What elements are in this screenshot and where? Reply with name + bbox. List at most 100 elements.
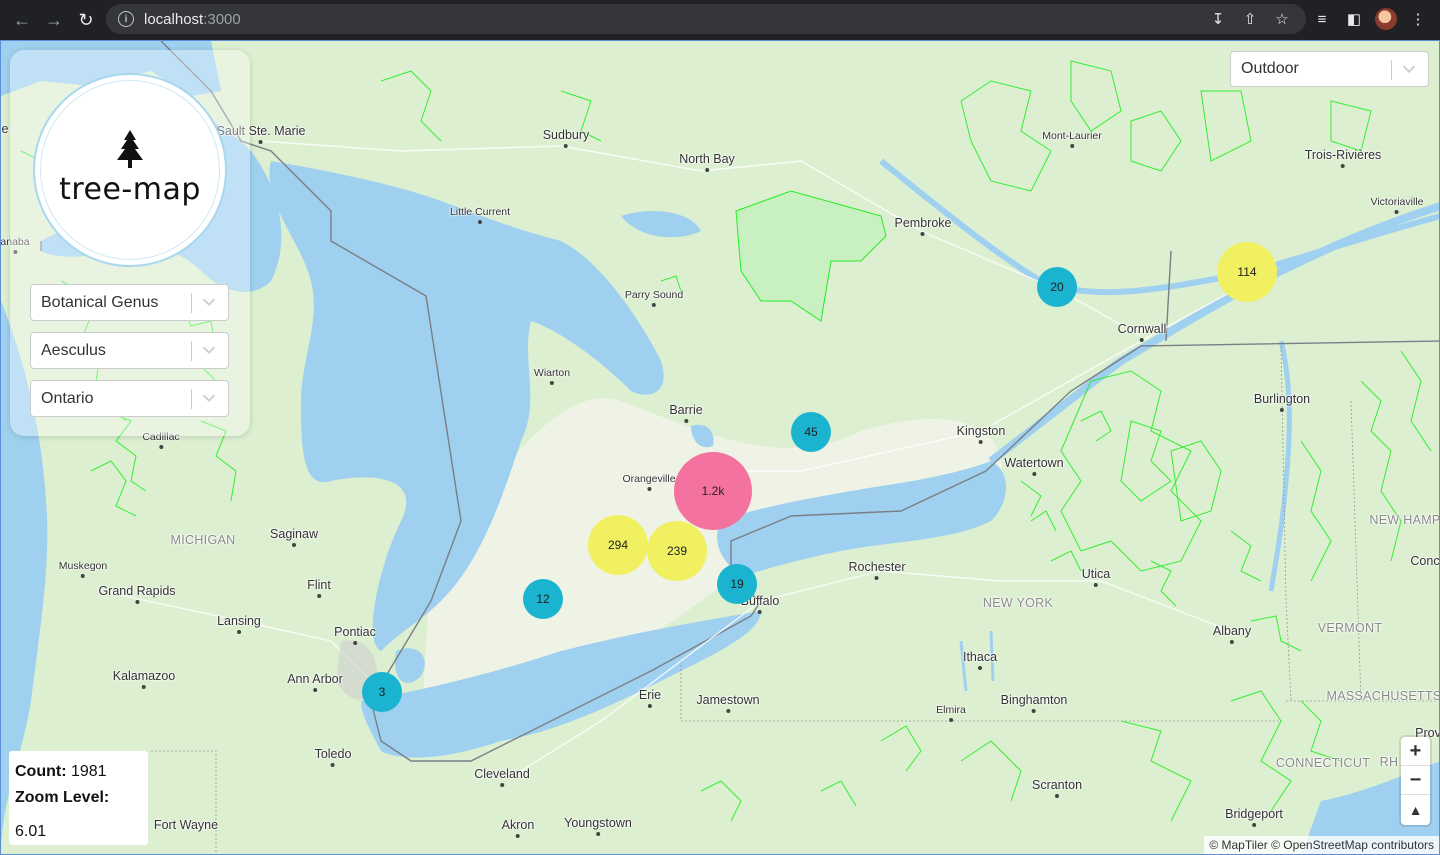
compass-button[interactable]: ▲	[1401, 795, 1430, 824]
cluster-marker[interactable]: 12	[523, 579, 563, 619]
map-style-select[interactable]: Outdoor	[1230, 51, 1429, 87]
count-label: Count:	[15, 763, 67, 780]
label-rochester: Rochester	[848, 560, 906, 580]
cluster-count: 12	[536, 592, 550, 606]
label-scranton: Scranton	[1031, 778, 1083, 798]
cluster-count: 294	[607, 538, 629, 552]
genus-type-select[interactable]: Botanical Genus	[30, 284, 229, 321]
label-connecticut: CONNECTICUT	[1275, 756, 1371, 770]
back-icon[interactable]: ←	[10, 8, 34, 32]
label-pontiac: Pontiac	[334, 625, 376, 645]
genus-select[interactable]: Aesculus	[30, 332, 229, 369]
label-fort-wayne: Fort Wayne	[153, 818, 219, 832]
zoom-out-button[interactable]: −	[1401, 766, 1430, 795]
zoom-label: Zoom Level:	[15, 789, 110, 806]
label-akron: Akron	[501, 818, 535, 838]
cluster-count: 239	[666, 544, 688, 558]
profile-avatar[interactable]	[1375, 8, 1397, 30]
stats-panel: Count: 1981 Zoom Level: 6.01	[9, 751, 148, 845]
label-conc: Conc	[1410, 554, 1440, 568]
label-toledo: Toledo	[314, 747, 352, 767]
label-elmira: Elmira	[936, 704, 966, 722]
label-north-bay: North Bay	[679, 152, 735, 172]
chevron-down-icon[interactable]	[1400, 60, 1418, 78]
cluster-count: 1.2k	[701, 484, 725, 498]
select-separator	[1391, 60, 1392, 80]
bookmark-star-icon[interactable]: ☆	[1271, 8, 1293, 30]
region-value: Ontario	[41, 389, 94, 407]
label-mont-laurier: Mont-Laurier	[1042, 130, 1102, 148]
label-massachusetts: MASSACHUSETTS	[1326, 689, 1440, 703]
label-kalamazoo: Kalamazoo	[112, 669, 176, 689]
cluster-marker[interactable]: 239	[647, 521, 707, 581]
cluster-marker[interactable]: 45	[791, 412, 831, 452]
select-separator	[191, 389, 192, 409]
select-separator	[191, 293, 192, 313]
label-kingston: Kingston	[956, 424, 1006, 444]
browser-toolbar: ← → ↻ i localhost:3000 ↧ ⇧ ☆ ≡ ◧ ⋮	[0, 0, 1440, 40]
label-little-current: Little Current	[449, 206, 511, 224]
cluster-marker[interactable]: 19	[717, 564, 757, 604]
cluster-count: 45	[804, 425, 818, 439]
reload-icon[interactable]: ↻	[74, 8, 98, 32]
label-erie: Erie	[638, 688, 662, 708]
label-rh: RH	[1379, 755, 1399, 769]
cluster-marker[interactable]: 20	[1037, 267, 1077, 307]
cluster-marker[interactable]: 1.2k	[674, 452, 752, 530]
label-victoriaville: Victoriaville	[1370, 196, 1424, 214]
zoom-in-button[interactable]: +	[1401, 737, 1430, 766]
url-port: :3000	[203, 10, 241, 28]
label-new-york: NEW YORK	[982, 596, 1054, 610]
map-attribution[interactable]: © MapTiler © OpenStreetMap contributors	[1204, 836, 1439, 854]
genus-type-value: Botanical Genus	[41, 293, 159, 311]
label-trois-rivieres: Trois-Rivières	[1304, 148, 1382, 168]
label-muskegon: Muskegon	[58, 560, 108, 578]
reading-list-icon[interactable]: ≡	[1311, 8, 1333, 30]
zoom-value: 6.01	[15, 823, 47, 840]
install-app-icon[interactable]: ↧	[1207, 8, 1229, 30]
label-utica: Utica	[1081, 567, 1111, 587]
label-burlington: Burlington	[1253, 392, 1311, 412]
label-edge-e: e	[1, 122, 9, 136]
url-host: localhost	[144, 10, 204, 28]
address-bar[interactable]: i localhost:3000	[106, 4, 1306, 34]
cluster-count: 20	[1050, 280, 1064, 294]
label-lansing: Lansing	[217, 614, 261, 634]
label-cornwall: Cornwall	[1117, 322, 1167, 342]
chevron-down-icon[interactable]	[200, 341, 218, 359]
share-icon[interactable]: ⇧	[1239, 8, 1261, 30]
genus-value: Aesculus	[41, 341, 106, 359]
label-binghamton: Binghamton	[1000, 693, 1068, 713]
label-wiarton: Wiarton	[533, 367, 571, 385]
label-saginaw: Saginaw	[270, 527, 318, 547]
map-style-value: Outdoor	[1241, 60, 1299, 77]
label-vermont: VERMONT	[1317, 621, 1383, 635]
select-separator	[191, 341, 192, 361]
menu-kebab-icon[interactable]: ⋮	[1407, 8, 1429, 30]
zoom-controls: + − ▲	[1401, 737, 1430, 825]
cluster-count: 3	[378, 685, 386, 699]
cluster-marker[interactable]: 114	[1217, 242, 1277, 302]
label-pembroke: Pembroke	[894, 216, 952, 236]
tree-icon	[117, 129, 143, 168]
cluster-marker[interactable]: 294	[588, 515, 648, 575]
chevron-down-icon[interactable]	[200, 389, 218, 407]
site-info-icon[interactable]: i	[118, 11, 134, 27]
label-barrie: Barrie	[669, 403, 703, 423]
cluster-marker[interactable]: 3	[362, 672, 402, 712]
label-grand-rapids: Grand Rapids	[98, 584, 176, 604]
zoom-row: Zoom Level: 6.01	[15, 781, 142, 840]
label-new-hamp: NEW HAMP	[1369, 513, 1440, 527]
forward-icon[interactable]: →	[42, 8, 66, 32]
label-sudbury: Sudbury	[542, 128, 590, 148]
region-select[interactable]: Ontario	[30, 380, 229, 417]
app-logo-text: tree-map	[59, 171, 201, 207]
cluster-count: 19	[730, 577, 744, 591]
label-parry-sound: Parry Sound	[624, 289, 684, 307]
label-ithaca: Ithaca	[962, 650, 998, 670]
label-orangeville: Orangeville	[622, 473, 676, 491]
label-albany: Albany	[1212, 624, 1252, 644]
side-panel-icon[interactable]: ◧	[1343, 8, 1365, 30]
chevron-down-icon[interactable]	[200, 293, 218, 311]
app-logo: tree-map	[33, 73, 227, 267]
